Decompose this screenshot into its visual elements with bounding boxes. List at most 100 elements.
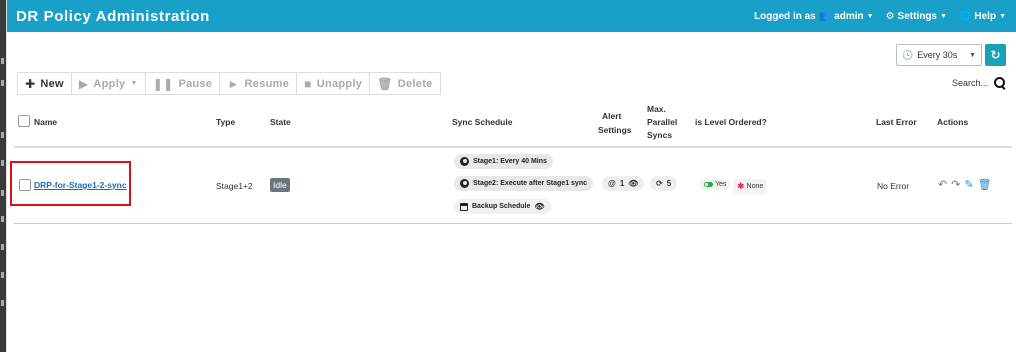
refresh-button[interactable]: ↻ (985, 44, 1006, 66)
delete-button-label: Delete (397, 77, 433, 90)
sync-circle-icon: ⟳ (656, 179, 663, 188)
col-type[interactable]: Type (216, 117, 235, 128)
stage2-schedule-pill: Stage2: Execute after Stage1 sync (454, 176, 593, 191)
new-button[interactable]: ✚ New (17, 72, 72, 95)
level-ordered-yes-text: Yes (715, 181, 727, 188)
edge-marker (1, 216, 4, 222)
eye-icon[interactable]: 👁 (534, 202, 544, 211)
search-control[interactable]: Search... (952, 77, 1006, 89)
settings-label: Settings (897, 10, 937, 22)
col-state[interactable]: State (270, 117, 291, 128)
user-icon: 👥 (818, 10, 832, 22)
refresh-controls: 🕓 Every 30s ▼ ↻ (896, 44, 1006, 66)
policy-type: Stage1+2 (216, 181, 253, 191)
search-icon[interactable] (994, 77, 1006, 89)
clock-icon: 🕓 (902, 49, 914, 60)
stop-icon: ■ (304, 76, 312, 91)
level-ordered-none: ✱ None (733, 179, 768, 194)
chevron-down-icon: ▼ (969, 51, 976, 59)
resume-button-label: Resume (244, 77, 290, 90)
user-menu[interactable]: Logged in as 👥 admin ▼ (754, 11, 874, 22)
app-window: DR Policy Administration Logged in as 👥 … (6, 0, 1016, 352)
action-toolbar: ✚ New ▶ Apply ▼ ❚❚ Pause ► Resume ■ Unap… (17, 72, 441, 95)
refresh-icon: ↻ (990, 48, 1001, 62)
sync-icon (460, 179, 469, 188)
refresh-interval-select[interactable]: 🕓 Every 30s ▼ (896, 44, 982, 66)
policy-name-link[interactable]: DRP-for-Stage1-2-sync (34, 180, 127, 190)
new-button-label: New (40, 77, 64, 90)
level-ordered-none-text: None (746, 183, 764, 190)
edge-marker (1, 300, 4, 306)
help-label: Help (974, 10, 997, 22)
user-name: admin (834, 10, 864, 22)
pause-icon: ❚❚ (152, 76, 174, 91)
col-sync-schedule[interactable]: Sync Schedule (452, 117, 512, 128)
toggle-on-icon (704, 182, 713, 187)
chevron-down-icon: ▼ (940, 12, 947, 20)
edge-marker (1, 58, 4, 64)
delete-button[interactable]: 🗑 Delete (370, 72, 441, 95)
edit-icon[interactable]: ✎ (964, 178, 973, 191)
search-label: Search... (951, 78, 988, 88)
alert-settings-pill[interactable]: @ 1 👁 (602, 176, 645, 191)
globe-icon: 🌐 (958, 10, 972, 22)
col-level-ordered[interactable]: is Level Ordered? (695, 117, 767, 128)
max-parallel-pill: ⟳ 5 (650, 176, 678, 191)
forward-icon[interactable]: ↷ (951, 178, 960, 191)
col-max-line3: Syncs (647, 130, 673, 140)
page-title: DR Policy Administration (16, 7, 210, 25)
gear-icon: ⚙ (885, 10, 895, 22)
stage2-schedule-text: Stage2: Execute after Stage1 sync (473, 180, 587, 187)
edge-marker (1, 160, 4, 166)
edge-marker (1, 80, 4, 86)
unapply-button[interactable]: ■ Unapply (297, 72, 371, 95)
edge-marker (1, 190, 4, 196)
settings-menu[interactable]: ⚙ Settings ▼ (886, 11, 947, 22)
col-alert-settings[interactable]: Alert Settings (598, 111, 632, 136)
level-ordered-yes: Yes (700, 179, 731, 190)
refresh-interval-value: Every 30s (917, 50, 958, 60)
chevron-down-icon: ▼ (866, 12, 874, 20)
col-alert-settings-line2: Settings (598, 125, 632, 135)
help-menu[interactable]: 🌐 Help ▼ (959, 11, 1006, 22)
apply-button-label: Apply (93, 77, 126, 90)
col-max-line2: Parallel (647, 117, 678, 127)
sync-icon (460, 157, 469, 166)
calendar-icon (460, 202, 468, 211)
pause-button[interactable]: ❚❚ Pause (145, 72, 221, 95)
play-circle-icon: ► (227, 76, 240, 91)
unapply-button-label: Unapply (316, 77, 363, 90)
stage1-schedule-text: Stage1: Every 40 Mins (473, 158, 547, 165)
edge-marker (1, 132, 4, 138)
logged-in-label: Logged in as (754, 10, 816, 22)
resume-button[interactable]: ► Resume (220, 72, 298, 95)
reply-icon[interactable]: ↶ (938, 178, 947, 191)
table-row: DRP-for-Stage1-2-sync Stage1+2 Idle Stag… (10, 148, 1012, 224)
col-actions: Actions (937, 117, 969, 127)
max-parallel-value: 5 (666, 179, 672, 188)
edge-marker (1, 272, 4, 278)
apply-button[interactable]: ▶ Apply ▼ (71, 72, 146, 95)
at-icon: @ (608, 179, 616, 188)
last-error-value: No Error (877, 181, 910, 191)
running-person-icon: ✱ (737, 181, 745, 191)
edge-marker (1, 244, 4, 250)
col-max-parallel-syncs[interactable]: Max. Parallel Syncs (647, 104, 677, 141)
col-last-error[interactable]: Last Error (876, 117, 917, 128)
row-checkbox[interactable] (19, 179, 31, 193)
table-header: Name Type State Sync Schedule Alert Sett… (14, 102, 1012, 148)
navbar-right: Logged in as 👥 admin ▼ ⚙ Settings ▼ 🌐 He… (754, 11, 1006, 22)
select-all-checkbox[interactable] (18, 115, 30, 130)
eye-icon[interactable]: 👁 (628, 179, 638, 188)
pause-button-label: Pause (178, 77, 213, 90)
col-name[interactable]: Name (34, 117, 57, 128)
top-navbar: DR Policy Administration Logged in as 👥 … (7, 0, 1016, 32)
state-badge: Idle (270, 178, 290, 192)
policy-table: Name Type State Sync Schedule Alert Sett… (10, 102, 1012, 224)
col-alert-settings-line1: Alert (602, 111, 622, 121)
backup-schedule-text: Backup Schedule (472, 203, 531, 210)
stage1-schedule-pill: Stage1: Every 40 Mins (454, 154, 553, 169)
trash-icon[interactable]: 🗑 (978, 178, 992, 191)
row-actions: ↶ ↷ ✎ 🗑 (938, 178, 992, 191)
backup-schedule-pill[interactable]: Backup Schedule 👁 (454, 199, 551, 214)
